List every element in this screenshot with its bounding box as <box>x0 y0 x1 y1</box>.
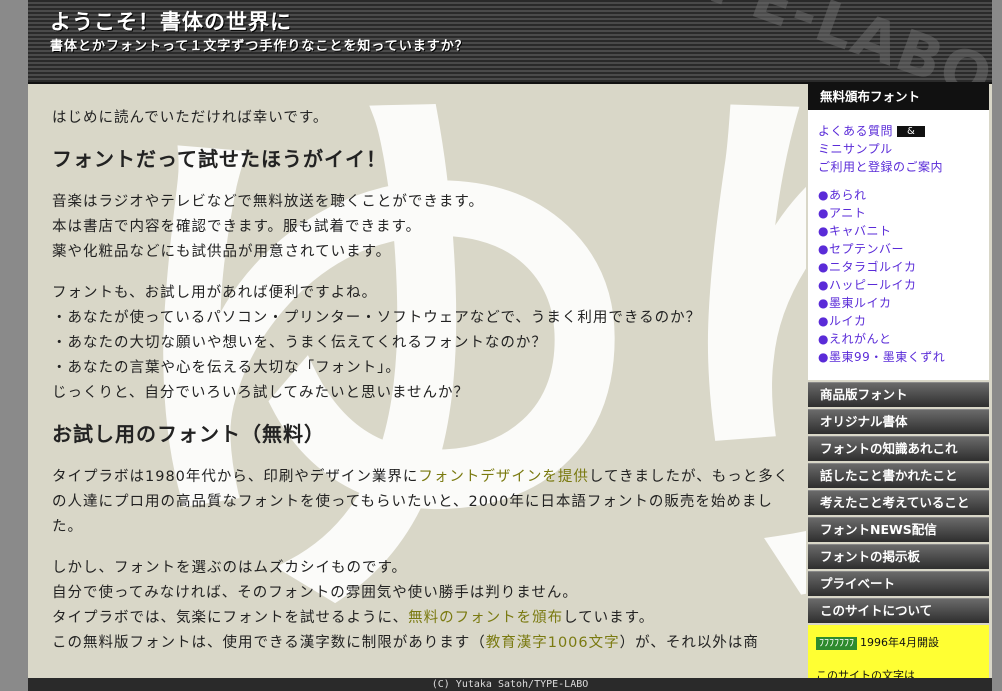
nav-talks-writings[interactable]: 話したこと書かれたこと <box>808 463 989 488</box>
font-link-september[interactable]: ●セプテンバー <box>818 240 979 258</box>
site-title: ようこそ！書体の世界に <box>50 10 292 34</box>
logo-watermark: TYPE-LABO <box>621 0 992 82</box>
heading-try-fonts: フォントだって試せたほうがイイ！ <box>52 147 387 171</box>
font-design-link[interactable]: フォントデザインを提供 <box>418 469 589 485</box>
kyoiku-kanji-link[interactable]: 教育漢字1006文字 <box>486 635 620 651</box>
paragraph-1: 音楽はラジオやテレビなどで無料放送を聴くことができます。 本は書店で内容を確認で… <box>52 194 484 260</box>
intro-text: はじめに読んでいただければ幸いです。 <box>52 110 329 126</box>
nav-font-knowledge[interactable]: フォントの知識あれこれ <box>808 436 989 461</box>
free-font-link[interactable]: 無料のフォントを頒布 <box>408 610 563 626</box>
site-header: TYPE-LABO ようこそ！書体の世界に 書体とかフォントって１文字ずつ手作り… <box>28 0 992 84</box>
heading-free-fonts: お試し用のフォント（無料） <box>52 422 325 446</box>
faq-badge: & <box>897 126 926 137</box>
nav-private[interactable]: プライベート <box>808 571 989 596</box>
font-link-bokuto99[interactable]: ●墨東99・墨東くずれ <box>818 348 979 366</box>
mini-sample-link[interactable]: ミニサンプル <box>818 140 979 158</box>
main-content: ゆり はじめに読んでいただければ幸いです。 フォントだって試せたほうがイイ！ 音… <box>28 84 806 678</box>
footer-copyright: (C) Yutaka Satoh/TYPE-LABO <box>28 678 992 691</box>
paragraph-3: タイプラボは1980年代から、印刷やデザイン業界にフォントデザインを提供してきま… <box>52 469 790 535</box>
font-link-elegant[interactable]: ●えれがんと <box>818 330 979 348</box>
paragraph-4: しかし、フォントを選ぶのはムズカシイものです。 自分で使ってみなければ、そのフォ… <box>52 560 759 651</box>
font-link-nitaragoruika[interactable]: ●ニタラゴルイカ <box>818 258 979 276</box>
guide-link[interactable]: ご利用と登録のご案内 <box>818 158 979 176</box>
font-link-anito[interactable]: ●アニト <box>818 204 979 222</box>
faq-link[interactable]: よくある質問 & <box>818 122 979 140</box>
article: はじめに読んでいただければ幸いです。 フォントだって試せたほうがイイ！ 音楽はラ… <box>52 106 792 672</box>
font-link-ruika[interactable]: ●ルイカ <box>818 312 979 330</box>
nav-commercial-fonts[interactable]: 商品版フォント <box>808 382 989 407</box>
sidebar: 無料頒布フォント よくある質問 & ミニサンプル ご利用と登録のご案内 ●あられ … <box>808 84 989 691</box>
site-subtitle: 書体とかフォントって１文字ずつ手作りなことを知っていますか？ <box>50 39 469 54</box>
free-fonts-box: よくある質問 & ミニサンプル ご利用と登録のご案内 ●あられ ●アニト ●キャバ… <box>808 110 989 380</box>
page-frame: TYPE-LABO ようこそ！書体の世界に 書体とかフォントって１文字ずつ手作り… <box>28 0 992 691</box>
since-badge: ﾌﾌﾌﾌﾌﾌﾌ <box>816 637 857 650</box>
nav-font-bbs[interactable]: フォントの掲示板 <box>808 544 989 569</box>
font-link-happyruika[interactable]: ●ハッピールイカ <box>818 276 979 294</box>
nav-thoughts[interactable]: 考えたこと考えていること <box>808 490 989 515</box>
nav-original-typefaces[interactable]: オリジナル書体 <box>808 409 989 434</box>
nav-about-site[interactable]: このサイトについて <box>808 598 989 623</box>
font-link-arare[interactable]: ●あられ <box>818 186 979 204</box>
paragraph-2: フォントも、お試し用があれば便利ですよね。 ・あなたが使っているパソコン・プリン… <box>52 285 702 401</box>
font-link-kyabanito[interactable]: ●キャバニト <box>818 222 979 240</box>
free-fonts-heading: 無料頒布フォント <box>808 84 989 110</box>
nav-font-news[interactable]: フォントNEWS配信 <box>808 517 989 542</box>
font-link-bokutoruika[interactable]: ●墨東ルイカ <box>818 294 979 312</box>
since-text: 1996年4月開設 <box>860 636 939 649</box>
